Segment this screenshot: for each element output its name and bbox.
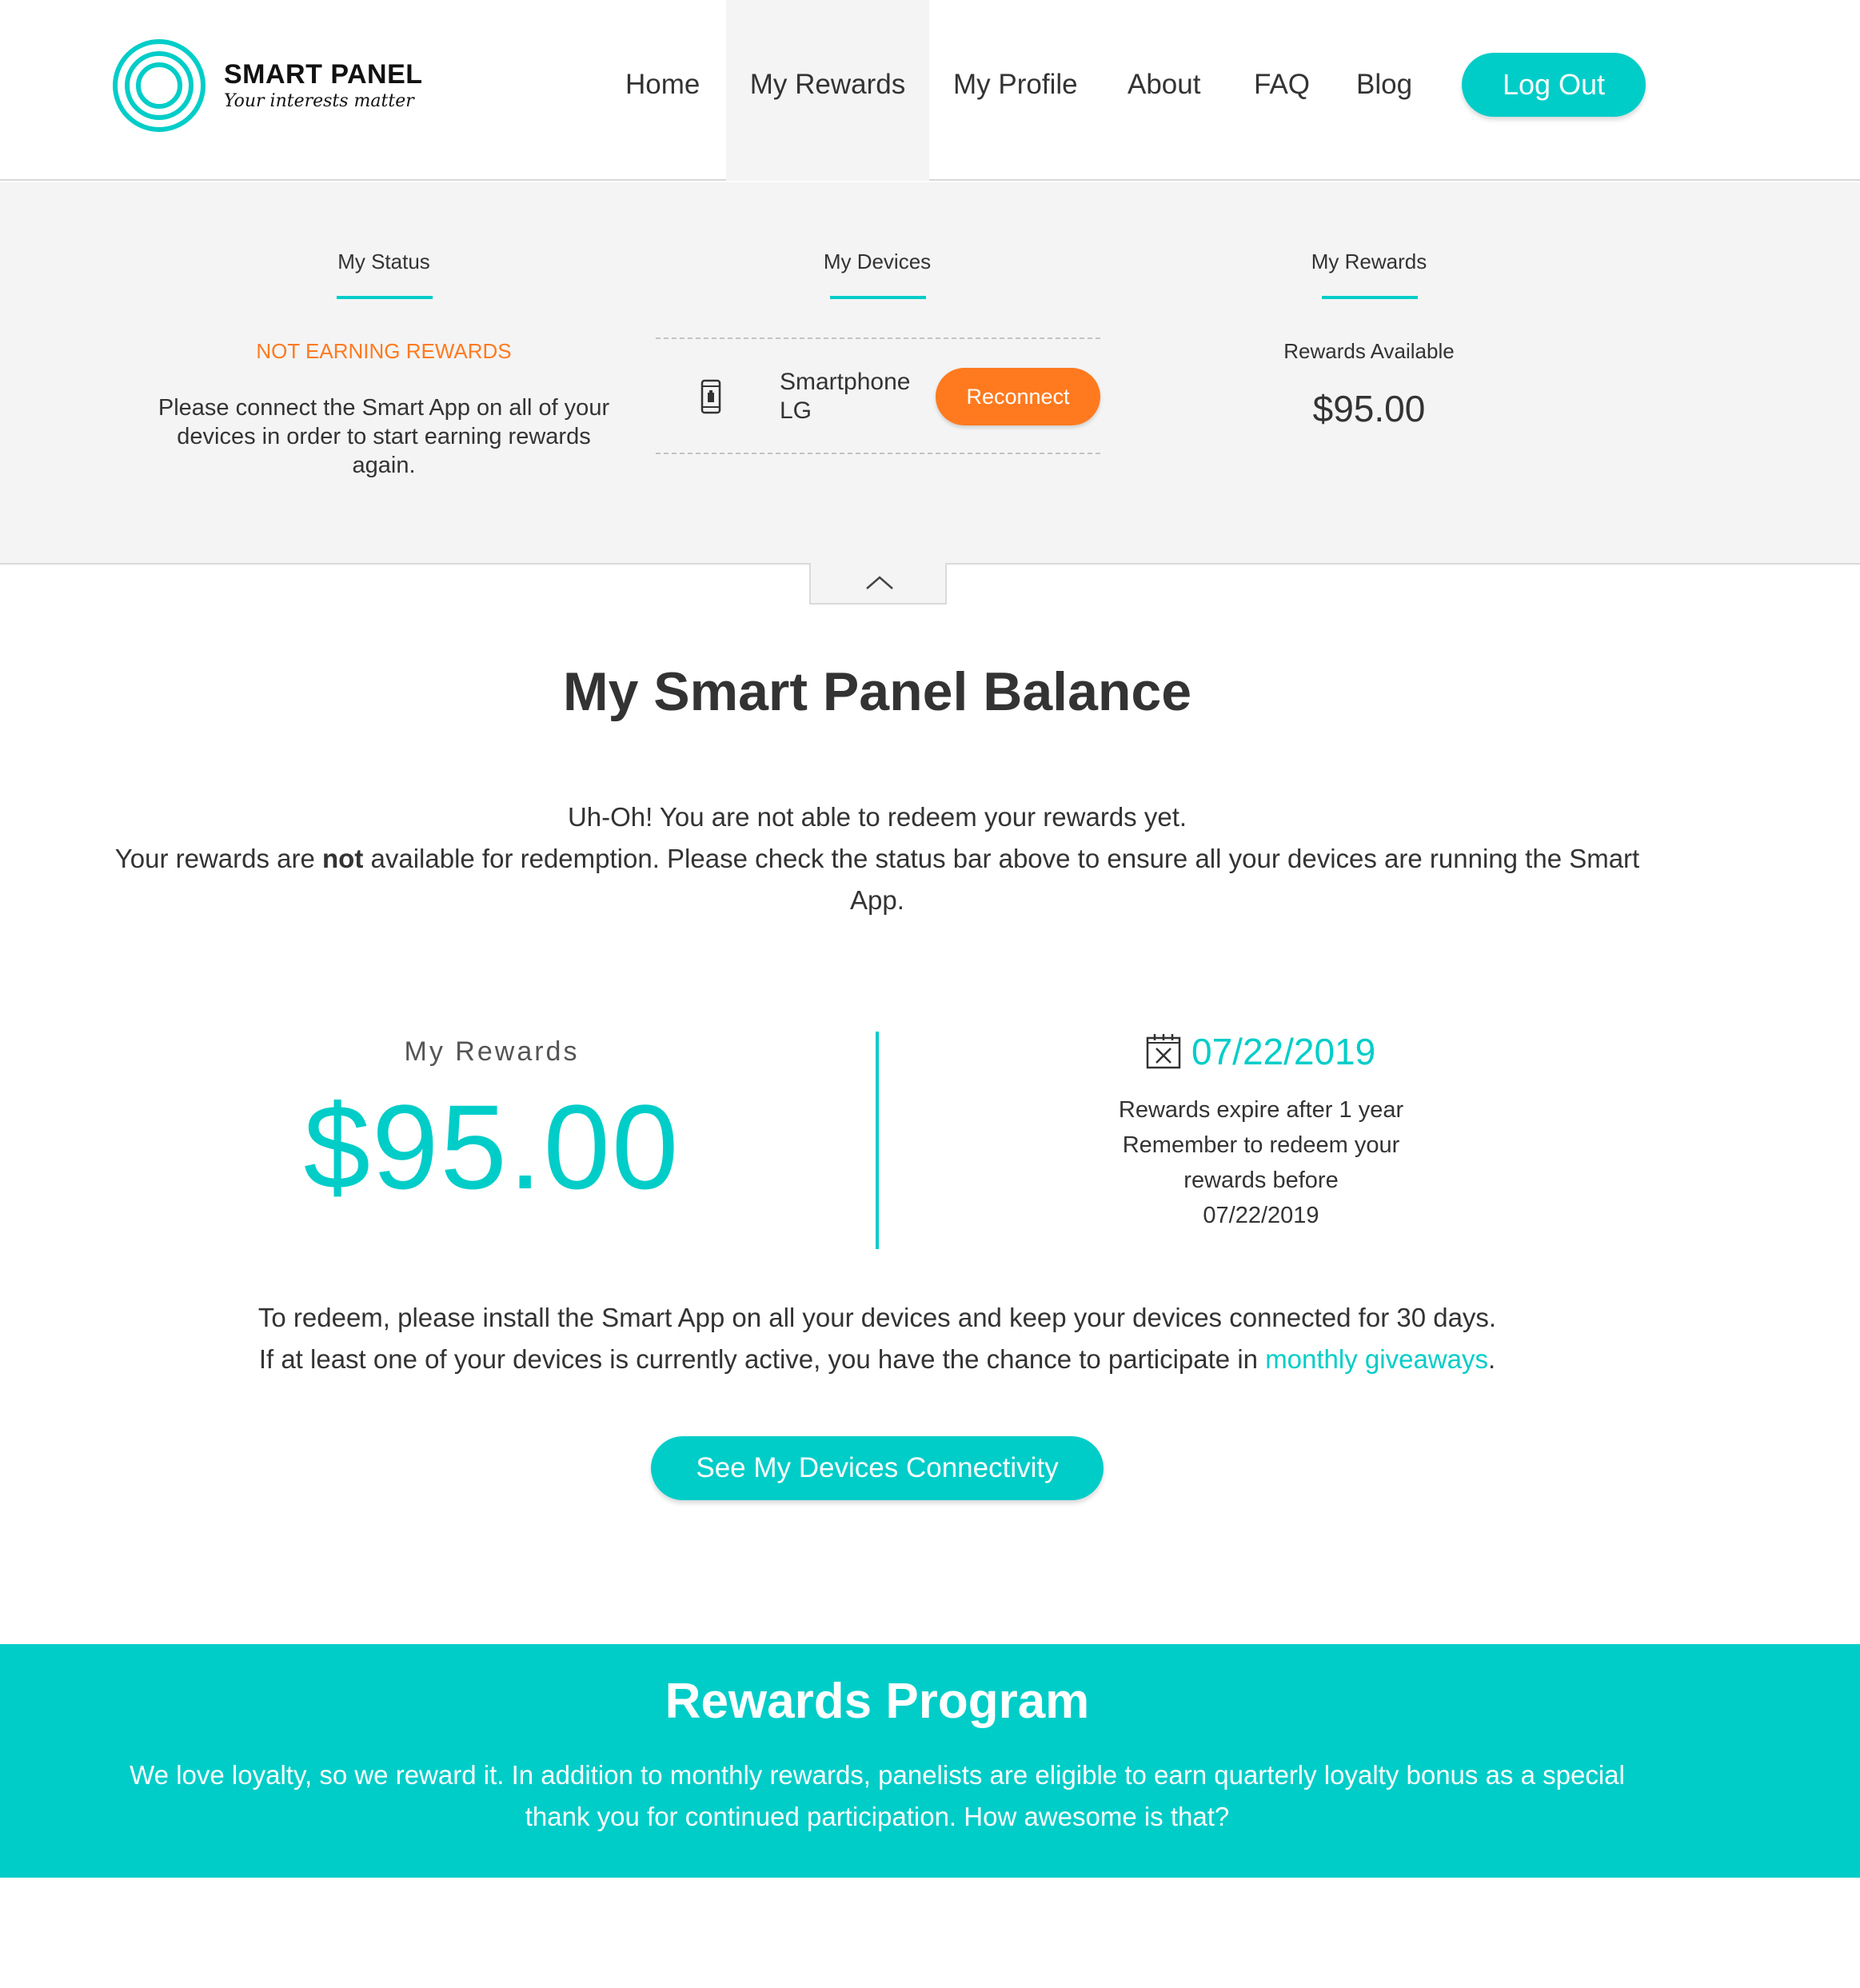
balance-message-text: Your rewards are <box>114 844 323 873</box>
my-devices-underline <box>830 296 926 299</box>
logo-tagline: Your interests matter <box>224 91 414 111</box>
nav-my-profile[interactable]: My Profile <box>953 0 1078 181</box>
expiry-note-line3: rewards before <box>1183 1168 1339 1193</box>
my-devices-title[interactable]: My Devices <box>717 249 1037 274</box>
my-rewards-underline <box>1322 296 1418 299</box>
nav-home[interactable]: Home <box>625 0 700 181</box>
device-row: Smartphone LG Reconnect <box>656 337 1100 454</box>
redeem-message-line2: If at least one of your devices is curre… <box>128 1339 1627 1380</box>
balance-message: Uh-Oh! You are not able to redeem your r… <box>112 796 1642 921</box>
nav-blog[interactable]: Blog <box>1356 0 1412 181</box>
smartphone-icon <box>700 379 721 414</box>
logo-name: SMART PANEL <box>224 59 423 90</box>
rewards-available-label: Rewards Available <box>1283 339 1455 363</box>
nav-my-rewards[interactable]: My Rewards <box>726 0 929 181</box>
redeem-message-period: . <box>1487 1344 1496 1374</box>
status-warning: NOT EARNING REWARDS <box>256 339 512 363</box>
collapse-panel-button[interactable] <box>809 563 947 605</box>
my-rewards-label: My Rewards <box>404 1036 580 1067</box>
device-name: Smartphone LG <box>780 368 910 425</box>
logo[interactable]: SMART PANEL Your interests matter <box>112 38 448 134</box>
status-message: Please connect the Smart App on all of y… <box>158 395 610 478</box>
redeem-message-text: If at least one of your devices is curre… <box>258 1344 1266 1374</box>
device-brand: LG <box>780 397 812 424</box>
site-header: SMART PANEL Your interests matter Home M… <box>0 0 1860 181</box>
rewards-program-text: We love loyalty, so we reward it. In add… <box>130 1760 1625 1831</box>
vertical-divider <box>876 1032 879 1249</box>
balance-message-line1: Uh-Oh! You are not able to redeem your r… <box>567 802 1187 832</box>
expiry-note-line4: 07/22/2019 <box>1203 1203 1319 1228</box>
rewards-available-value: $95.00 <box>1312 388 1426 429</box>
my-status-underline <box>337 296 433 299</box>
expiry-note-line2: Remember to redeem your <box>1122 1132 1400 1158</box>
nav-faq[interactable]: FAQ <box>1254 0 1310 181</box>
chevron-up-icon <box>866 576 893 589</box>
nav-about[interactable]: About <box>1128 0 1200 181</box>
reconnect-button[interactable]: Reconnect <box>936 368 1100 425</box>
balance-message-line2: Your rewards are not available for redem… <box>112 838 1642 921</box>
expiry-date: 07/22/2019 <box>1191 1031 1376 1072</box>
logo-rings-icon <box>113 39 206 132</box>
status-panel: My Status NOT EARNING REWARDS Please con… <box>0 182 1860 565</box>
expiry-note-line1: Rewards expire after 1 year <box>1118 1097 1404 1123</box>
device-type: Smartphone <box>780 369 911 395</box>
logout-button[interactable]: Log Out <box>1462 53 1646 117</box>
balance-message-emphasis: not <box>322 844 364 873</box>
my-status-title[interactable]: My Status <box>224 249 544 274</box>
rewards-program-title: Rewards Program <box>665 1674 1090 1729</box>
redeem-message-line1: To redeem, please install the Smart App … <box>257 1303 1497 1332</box>
calendar-x-icon <box>1146 1034 1181 1069</box>
my-rewards-amount: $95.00 <box>303 1080 681 1214</box>
redeem-message: To redeem, please install the Smart App … <box>128 1297 1627 1380</box>
expiry-note: Rewards expire after 1 year Remember to … <box>1057 1092 1465 1233</box>
balance-message-text-end: available for redemption. Please check t… <box>363 844 1640 915</box>
my-rewards-title[interactable]: My Rewards <box>1209 249 1529 274</box>
see-devices-connectivity-button[interactable]: See My Devices Connectivity <box>651 1436 1104 1500</box>
rewards-program-section: Rewards Program We love loyalty, so we r… <box>0 1644 1860 1878</box>
monthly-giveaways-link[interactable]: monthly giveaways <box>1265 1344 1488 1374</box>
balance-title: My Smart Panel Balance <box>562 661 1192 722</box>
